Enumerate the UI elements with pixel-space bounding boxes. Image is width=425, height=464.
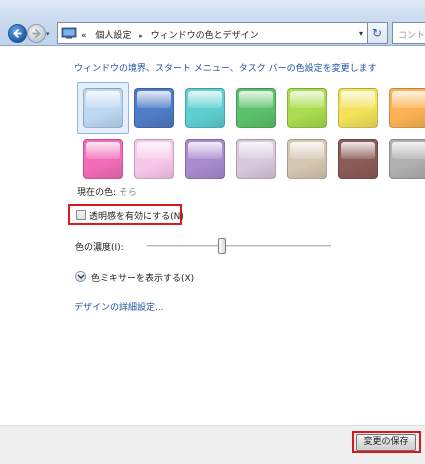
current-color-text: 現在の色: そら bbox=[77, 185, 137, 198]
transparency-checkbox[interactable] bbox=[76, 210, 86, 220]
color-mixer-label[interactable]: 色ミキサーを表示する(X) bbox=[91, 271, 194, 284]
color-swatch-lime[interactable] bbox=[287, 88, 327, 128]
breadcrumb-separator-icon[interactable]: ▸ bbox=[139, 32, 143, 40]
back-arrow-icon bbox=[13, 28, 22, 39]
control-panel-icon bbox=[61, 27, 77, 39]
color-swatch-sea[interactable] bbox=[185, 88, 225, 128]
history-dropdown-icon[interactable]: ▾ bbox=[46, 30, 50, 38]
color-swatch-lemon[interactable] bbox=[338, 88, 378, 128]
intensity-slider-track[interactable] bbox=[147, 245, 331, 248]
current-color-label: 現在の色: bbox=[77, 188, 117, 198]
save-changes-button[interactable]: 変更の保存 bbox=[356, 434, 416, 451]
chevron-down-icon bbox=[77, 274, 85, 279]
color-swatch-slate[interactable] bbox=[389, 139, 425, 179]
color-swatch-twilight[interactable] bbox=[134, 88, 174, 128]
advanced-appearance-link[interactable]: デザインの詳細設定... bbox=[74, 300, 164, 313]
address-prefix[interactable]: « bbox=[81, 31, 87, 41]
back-button[interactable] bbox=[8, 24, 27, 43]
transparency-label[interactable]: 透明感を有効にする(N) bbox=[89, 209, 184, 222]
navigation-bar: ▾ « 個人設定 ▸ ウィンドウの色とデザイン ▾ ↻ コントロ bbox=[0, 0, 425, 46]
forward-arrow-icon bbox=[32, 28, 41, 39]
color-swatch-blush[interactable] bbox=[134, 139, 174, 179]
color-swatch-pink[interactable] bbox=[83, 139, 123, 179]
current-color-value: そら bbox=[118, 188, 137, 198]
page-heading: ウィンドウの境界、スタート メニュー、タスク バーの色設定を変更します bbox=[74, 64, 377, 74]
color-swatch-violet[interactable] bbox=[185, 139, 225, 179]
color-swatch-orange[interactable] bbox=[389, 88, 425, 128]
search-placeholder: コントロ bbox=[398, 31, 425, 41]
forward-button[interactable] bbox=[27, 24, 46, 43]
breadcrumb-window-color[interactable]: ウィンドウの色とデザイン bbox=[151, 31, 259, 41]
color-swatch-chocolate[interactable] bbox=[338, 139, 378, 179]
refresh-icon: ↻ bbox=[372, 26, 383, 40]
search-input[interactable]: コントロ bbox=[392, 22, 425, 44]
address-dropdown-icon[interactable]: ▾ bbox=[359, 29, 363, 38]
color-swatch-taupe[interactable] bbox=[287, 139, 327, 179]
intensity-slider-thumb[interactable] bbox=[218, 238, 226, 254]
breadcrumb-personalization[interactable]: 個人設定 bbox=[95, 31, 131, 41]
refresh-button[interactable]: ↻ bbox=[368, 22, 388, 44]
color-swatch-lavender[interactable] bbox=[236, 139, 276, 179]
color-swatch-leaf[interactable] bbox=[236, 88, 276, 128]
color-swatch-sky[interactable] bbox=[83, 88, 123, 128]
color-mixer-expand-button[interactable] bbox=[75, 271, 86, 282]
address-bar[interactable]: « 個人設定 ▸ ウィンドウの色とデザイン ▾ bbox=[57, 22, 368, 44]
intensity-label: 色の濃度(I): bbox=[75, 243, 124, 253]
